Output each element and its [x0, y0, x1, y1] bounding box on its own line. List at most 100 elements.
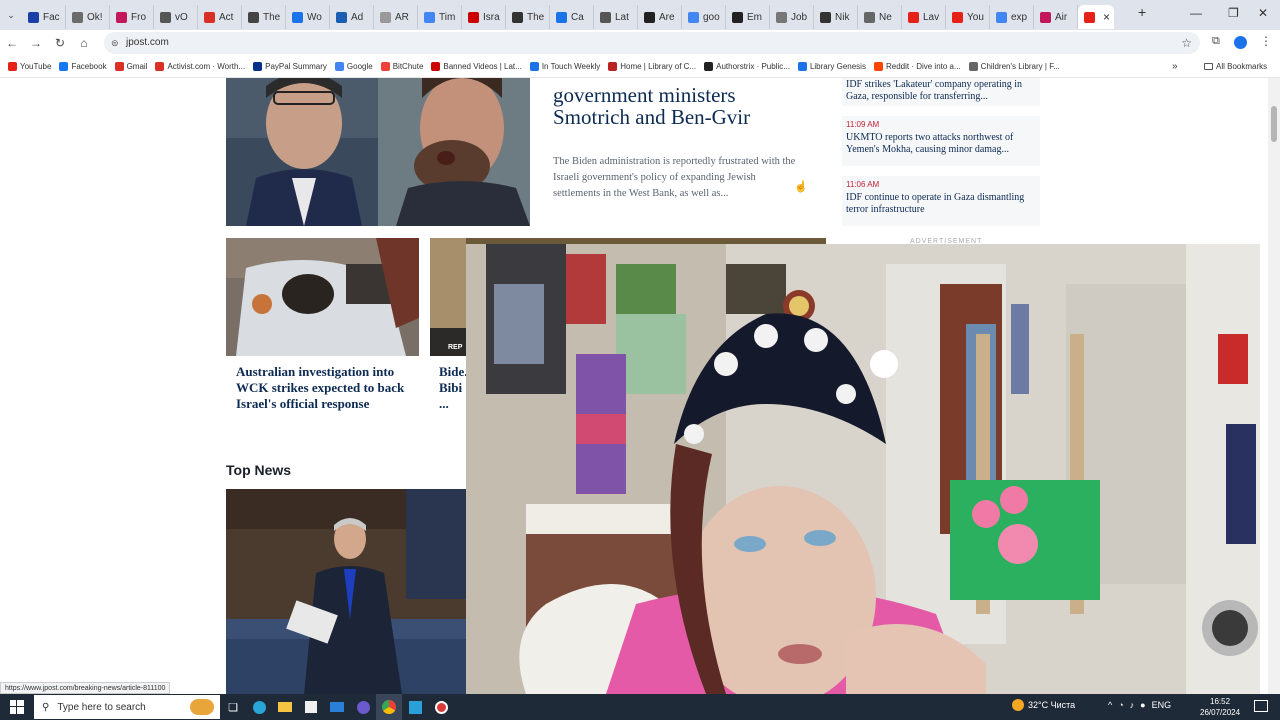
bookmark-item[interactable]: Facebook [59, 62, 107, 71]
browser-tab[interactable]: Lav [902, 5, 946, 29]
bookmark-item[interactable]: PayPal Summary [253, 62, 327, 71]
browser-tab[interactable]: The [242, 5, 286, 29]
article-card-title[interactable]: Australian investigation into WCK strike… [236, 364, 414, 412]
store-icon[interactable] [298, 694, 324, 720]
file-explorer-icon[interactable] [272, 694, 298, 720]
back-icon[interactable]: ← [0, 36, 24, 50]
mail-icon[interactable] [324, 694, 350, 720]
clock-time: 16:52 [1210, 697, 1231, 706]
menu-kebab-icon[interactable]: ⋮ [1260, 34, 1272, 48]
extensions-icon[interactable]: ⧉ [1212, 35, 1220, 48]
browser-tab[interactable]: Ok! [66, 5, 110, 29]
tab-label: Nik [835, 11, 850, 23]
tab-favicon [864, 11, 875, 23]
tab-favicon [1084, 11, 1095, 23]
address-bar[interactable]: ⊜ jpost.com ☆ [104, 32, 1200, 54]
tab-favicon [512, 11, 523, 23]
close-window-icon[interactable]: ✕ [1258, 6, 1268, 20]
page-scrollbar[interactable] [1268, 78, 1280, 694]
windows-start-icon[interactable] [0, 694, 34, 720]
browser-tab[interactable]: Ad [330, 5, 374, 29]
tray-overflow-icon[interactable]: ^ [1108, 700, 1112, 710]
bookmark-item[interactable]: Home | Library of C... [608, 62, 696, 71]
browser-tab[interactable]: Nik [814, 5, 858, 29]
browser-tab[interactable]: Job [770, 5, 814, 29]
browser-tab[interactable]: Ne [858, 5, 902, 29]
browser-tab[interactable]: Tim [418, 5, 462, 29]
bookmark-item[interactable]: Library Genesis [797, 62, 866, 71]
taskbar-clock[interactable]: 16:52 26/07/2024 [1200, 696, 1240, 718]
bookmark-item[interactable]: Children's Library | F... [968, 62, 1060, 71]
browser-tab[interactable]: × [1078, 5, 1114, 29]
browser-tab[interactable]: Em [726, 5, 770, 29]
browser-tab[interactable]: vO [154, 5, 198, 29]
mic-icon[interactable]: ● [1140, 700, 1145, 710]
app-icon[interactable] [350, 694, 376, 720]
article-card-image[interactable] [226, 238, 419, 356]
photos-icon[interactable] [402, 694, 428, 720]
browser-tab[interactable]: AR [374, 5, 418, 29]
keyboard-lang[interactable]: ENG [1152, 700, 1172, 710]
hero-article-image[interactable] [226, 78, 530, 226]
bookmark-item[interactable]: Activist.com · Worth... [155, 62, 245, 71]
hero-headline[interactable]: government ministers Smotrich and Ben-Gv… [553, 84, 803, 128]
breaking-news-item[interactable]: 11:09 AM UKMTO reports two attacks north… [842, 116, 1040, 166]
task-view-icon[interactable]: ❏ [220, 694, 246, 720]
bookmark-label: Children's Library | F... [980, 62, 1060, 71]
browser-tab[interactable]: Air [1034, 5, 1078, 29]
forward-icon[interactable]: → [24, 36, 48, 50]
breaking-news-item[interactable]: 11:06 AM IDF continue to operate in Gaza… [842, 176, 1040, 226]
browser-tab[interactable]: Are [638, 5, 682, 29]
reload-icon[interactable]: ↻ [48, 36, 72, 50]
tab-search-icon[interactable]: ⌄ [0, 10, 22, 21]
browser-tab[interactable]: goo [682, 5, 726, 29]
browser-tab[interactable]: exp [990, 5, 1034, 29]
tab-label: Isra [483, 11, 500, 23]
tab-close-icon[interactable]: × [1103, 10, 1110, 24]
tab-label: The [263, 11, 281, 23]
browser-tab[interactable]: Ca [550, 5, 594, 29]
bookmark-star-icon[interactable]: ☆ [1181, 32, 1192, 54]
browser-tab[interactable]: You [946, 5, 990, 29]
bookmark-item[interactable]: BitChute [380, 62, 423, 71]
chrome-icon[interactable] [376, 694, 402, 720]
top-news-image[interactable] [226, 489, 466, 694]
breaking-news-item[interactable]: IDF strikes 'Lakateur' company operating… [842, 78, 1040, 106]
all-bookmarks-button[interactable]: All Bookmarks [1204, 62, 1267, 71]
profile-avatar[interactable] [1234, 36, 1247, 49]
breaking-news-time: 11:06 AM [846, 180, 880, 189]
new-tab-button[interactable]: + [1138, 4, 1146, 20]
tab-favicon [776, 11, 787, 23]
browser-tab[interactable]: Fro [110, 5, 154, 29]
notification-icon[interactable] [1254, 700, 1268, 712]
bookmark-item[interactable]: Banned Videos | Lat... [431, 62, 522, 71]
bookmark-item[interactable]: Reddit · Dive into a... [873, 62, 961, 71]
bookmark-item[interactable]: YouTube [8, 62, 51, 71]
bookmark-item[interactable]: In Touch Weekly [529, 62, 600, 71]
article-card-title[interactable]: Bide... Bibi ... advi... [439, 364, 466, 412]
minimize-icon[interactable]: — [1190, 6, 1202, 20]
site-info-icon[interactable]: ⊜ [111, 32, 119, 54]
volume-icon[interactable]: ♪ [1130, 700, 1135, 710]
bookmark-item[interactable]: Gmail [114, 62, 147, 71]
browser-tab[interactable]: Act [198, 5, 242, 29]
recorder-icon[interactable] [428, 694, 454, 720]
bookmark-item[interactable]: Google [334, 62, 373, 71]
bookmarks-overflow-icon[interactable]: » [1172, 61, 1178, 72]
home-icon[interactable]: ⌂ [72, 36, 96, 50]
browser-tab[interactable]: Wo [286, 5, 330, 29]
tray-icons[interactable]: ^ ◔ ♪ ● ENG [1108, 700, 1171, 710]
browser-tab[interactable]: Fac [22, 5, 66, 29]
bookmark-item[interactable]: Authorstrix · Public... [704, 62, 790, 71]
taskbar-search-box[interactable]: ⚲ Type here to search [34, 695, 220, 719]
article-card-image[interactable]: REP [430, 238, 466, 356]
browser-tab[interactable]: The [506, 5, 550, 29]
network-icon[interactable]: ◔ [1118, 700, 1123, 710]
restore-icon[interactable]: ❐ [1228, 6, 1239, 20]
edge-icon[interactable] [246, 694, 272, 720]
weather-widget[interactable]: 32°C Чиста [1012, 699, 1075, 711]
scrollbar-thumb[interactable] [1271, 106, 1277, 142]
browser-tab[interactable]: Isra [462, 5, 506, 29]
bookmark-favicon [704, 62, 714, 71]
browser-tab[interactable]: Lat [594, 5, 638, 29]
